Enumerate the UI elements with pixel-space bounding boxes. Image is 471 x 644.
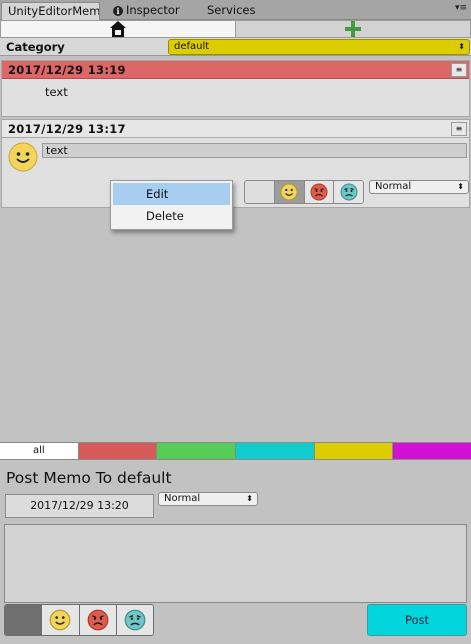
memo-date: 2017/12/29 13:19 xyxy=(8,63,126,77)
post-text-area[interactable] xyxy=(4,524,467,603)
category-color-filter-bar: all xyxy=(0,442,471,460)
memo-card: 2017/12/29 13:19 ≡ text xyxy=(1,60,470,117)
filter-tab-yellow[interactable] xyxy=(314,443,394,459)
memo-text-field[interactable]: text xyxy=(42,143,467,158)
memo-text: text xyxy=(45,85,68,99)
tab-services[interactable]: Services xyxy=(201,2,271,20)
happy-face-icon xyxy=(280,183,298,201)
emotion-none-button[interactable] xyxy=(5,605,43,635)
category-selected: default xyxy=(174,41,210,52)
dropdown-arrow-icon: ⬍ xyxy=(246,494,253,503)
tab-inspector[interactable]: i Inspector xyxy=(107,2,197,20)
home-icon xyxy=(110,21,126,37)
memo-level-value: Normal xyxy=(375,181,412,192)
post-date-field: 2017/12/29 13:20 xyxy=(5,494,154,518)
tab-label: Inspector xyxy=(126,3,180,17)
filter-tab-all[interactable]: all xyxy=(0,443,79,459)
memo-level-dropdown[interactable]: Normal ⬍ xyxy=(369,180,469,194)
post-level-value: Normal xyxy=(164,493,201,504)
hamburger-icon[interactable]: ≡ xyxy=(451,122,467,136)
filter-tab-green[interactable] xyxy=(157,443,237,459)
emotion-happy-button[interactable] xyxy=(274,181,305,203)
emotion-sad-button[interactable] xyxy=(334,181,363,203)
tab-label: Services xyxy=(207,3,256,17)
tab-label: UnityEditorMem xyxy=(8,4,100,18)
hamburger-icon[interactable]: ≡ xyxy=(451,63,467,77)
emotion-angry-button[interactable] xyxy=(79,605,117,635)
post-emotion-selector xyxy=(4,604,154,636)
happy-face-icon xyxy=(8,142,38,172)
sad-face-icon xyxy=(340,183,358,201)
context-menu: Edit Delete xyxy=(110,180,233,230)
dropdown-arrow-icon: ⬍ xyxy=(457,182,464,191)
angry-face-icon xyxy=(87,609,109,631)
memo-card: 2017/12/29 13:17 ≡ text Normal ⬍ xyxy=(1,119,470,208)
dropdown-arrow-icon: ⬍ xyxy=(458,42,465,51)
post-title: Post Memo To default xyxy=(6,469,172,487)
emotion-none-button[interactable] xyxy=(245,181,275,203)
toolbar xyxy=(0,20,471,38)
tab-unity-editor-memo[interactable]: UnityEditorMem xyxy=(1,2,100,20)
filter-tab-red[interactable] xyxy=(78,443,158,459)
memo-header: 2017/12/29 13:19 ≡ xyxy=(2,61,469,79)
context-menu-delete[interactable]: Delete xyxy=(113,205,230,227)
emotion-selector xyxy=(244,180,364,204)
memo-text: text xyxy=(46,144,68,157)
memo-date: 2017/12/29 13:17 xyxy=(8,122,126,136)
happy-face-icon xyxy=(49,609,71,631)
sad-face-icon xyxy=(124,609,146,631)
context-menu-edit[interactable]: Edit xyxy=(113,183,230,205)
tab-menu-icon[interactable]: ▾≡ xyxy=(455,4,467,13)
emotion-happy-button[interactable] xyxy=(42,605,80,635)
category-row: Category default ⬍ xyxy=(0,38,471,56)
emotion-sad-button[interactable] xyxy=(116,605,153,635)
filter-tab-cyan[interactable] xyxy=(236,443,315,459)
info-icon: i xyxy=(113,6,123,16)
emotion-angry-button[interactable] xyxy=(304,181,335,203)
category-dropdown[interactable]: default ⬍ xyxy=(168,39,470,55)
window-tab-bar: UnityEditorMem i Inspector Services ▾≡ xyxy=(0,0,471,20)
post-button[interactable]: Post xyxy=(367,604,467,636)
filter-tab-magenta[interactable] xyxy=(393,443,471,459)
angry-face-icon xyxy=(310,183,328,201)
memo-header: 2017/12/29 13:17 ≡ xyxy=(2,120,469,138)
post-level-dropdown[interactable]: Normal ⬍ xyxy=(158,492,258,506)
category-label: Category xyxy=(6,40,65,54)
plus-icon xyxy=(345,21,361,37)
